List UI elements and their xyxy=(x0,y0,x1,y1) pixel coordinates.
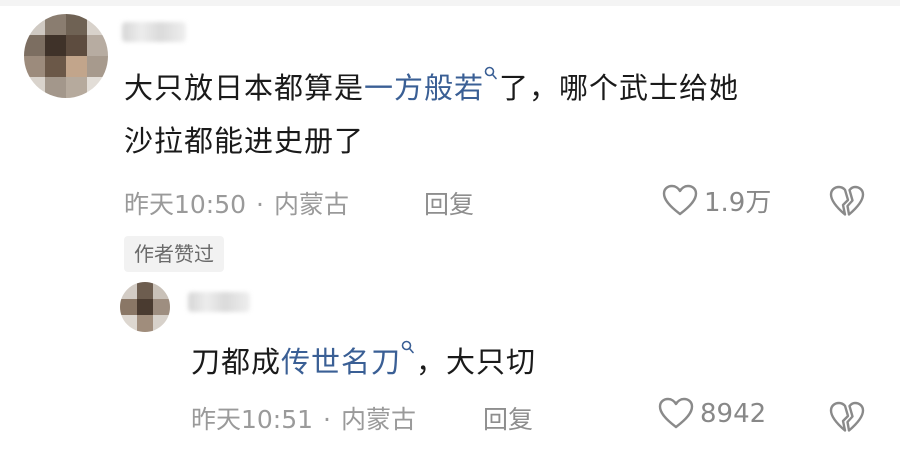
comment-location: 内蒙古 xyxy=(274,190,350,219)
comment-text-part: 刀都成 xyxy=(191,345,282,379)
reply-button[interactable]: 回复 xyxy=(483,400,533,436)
heart-outline-icon xyxy=(658,397,694,429)
search-link[interactable]: 传世名刀 xyxy=(281,340,416,379)
reply-body: 刀都成传世名刀 ，大只切 xyxy=(191,336,871,389)
avatar[interactable] xyxy=(24,14,108,98)
username-blurred[interactable] xyxy=(122,22,186,42)
broken-heart-icon xyxy=(829,185,865,216)
comment-meta: 昨天10:51 · 内蒙古 xyxy=(191,400,416,436)
search-icon xyxy=(484,62,497,84)
comment-text-part: 沙拉都能进史册了 xyxy=(124,124,365,158)
comment-time: 昨天10:51 xyxy=(191,405,314,434)
search-link[interactable]: 一方般若 xyxy=(364,66,499,105)
separator-dot: · xyxy=(323,405,331,434)
dislike-button[interactable] xyxy=(829,185,865,219)
like-button[interactable]: 8942 xyxy=(658,397,766,430)
comment-thread: 大只放日本都算是一方般若 了，哪个武士给她 沙拉都能进史册了 昨天10:50 · 内蒙… xyxy=(0,0,900,453)
author-liked-badge: 作者赞过 xyxy=(124,236,224,272)
comment-time: 昨天10:50 xyxy=(124,190,247,219)
comment-meta: 昨天10:50 · 内蒙古 xyxy=(124,185,349,221)
search-link-label: 传世名刀 xyxy=(281,345,402,379)
comment-text-part: 大只放日本都算是 xyxy=(124,71,365,105)
comment-location: 内蒙古 xyxy=(341,405,417,434)
like-count: 1.9万 xyxy=(704,188,772,218)
separator-dot: · xyxy=(256,190,264,219)
avatar[interactable] xyxy=(120,282,170,332)
like-count: 8942 xyxy=(700,398,767,429)
dislike-button[interactable] xyxy=(829,401,865,435)
comment-text-part: 了，哪个武士给她 xyxy=(499,71,740,105)
comment-text-part: ，大只切 xyxy=(416,345,537,379)
search-icon xyxy=(401,336,414,358)
like-button[interactable]: 1.9万 xyxy=(662,182,771,219)
heart-outline-icon xyxy=(662,184,698,216)
comment-body: 大只放日本都算是一方般若 了，哪个武士给她 沙拉都能进史册了 xyxy=(124,62,884,168)
reply-button[interactable]: 回复 xyxy=(424,185,474,221)
username-blurred[interactable] xyxy=(188,292,250,312)
top-divider xyxy=(0,0,900,6)
search-link-label: 一方般若 xyxy=(364,71,485,105)
broken-heart-icon xyxy=(829,401,865,432)
